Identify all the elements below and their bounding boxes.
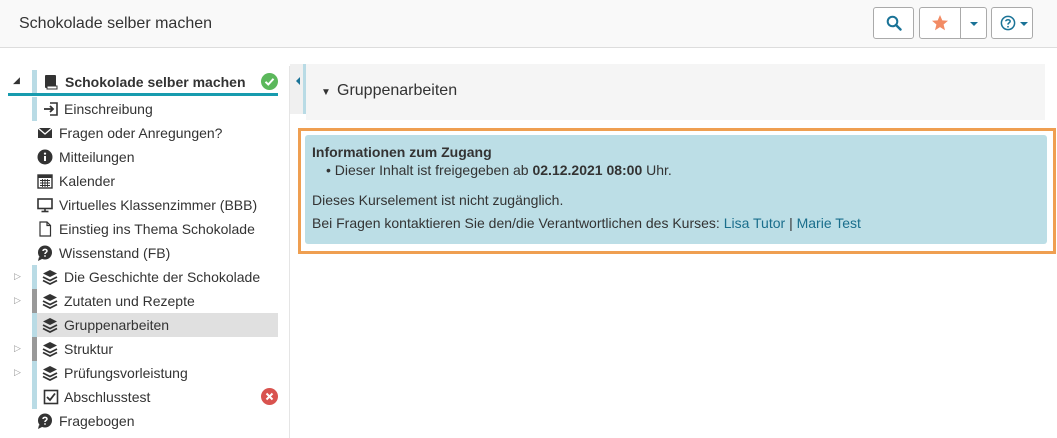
release-date-bullet: • Dieser Inhalt ist freigegeben ab 02.12…: [326, 162, 672, 178]
search-button[interactable]: [873, 7, 914, 39]
contact-line: Bei Fragen kontaktieren Sie den/die Vera…: [312, 215, 861, 231]
check-circle-icon: [261, 73, 278, 90]
nav-root-course[interactable]: ◢ Schokolade selber machen: [0, 70, 290, 94]
nav-item-struktur[interactable]: ▷ Struktur: [0, 337, 290, 361]
nav-indicator: [32, 385, 37, 409]
course-navigation: ◢ Schokolade selber machen Einschreibung…: [0, 66, 290, 438]
help-icon: [1000, 15, 1016, 31]
nav-item-mitteilungen[interactable]: Mitteilungen: [0, 145, 290, 169]
access-info-box: Informationen zum Zugang • Dieser Inhalt…: [305, 135, 1047, 244]
nav-item-wissenstand[interactable]: Wissenstand (FB): [0, 241, 290, 265]
contact-link-lisa-tutor[interactable]: Lisa Tutor: [724, 215, 785, 231]
nav-indicator: [32, 337, 37, 361]
nav-item-label: Zutaten und Rezepte: [64, 293, 195, 309]
nav-item-label: Fragen oder Anregungen?: [59, 125, 223, 141]
nav-item-label: Virtuelles Klassenzimmer (BBB): [59, 197, 258, 213]
nav-item-label: Struktur: [64, 341, 114, 357]
help-button[interactable]: [991, 7, 1033, 39]
monitor-icon: [37, 198, 53, 213]
nav-item-bbb[interactable]: Virtuelles Klassenzimmer (BBB): [0, 193, 290, 217]
error-circle-icon: [261, 388, 278, 405]
caret-down-icon: [1020, 22, 1028, 26]
nav-item-label: Die Geschichte der Schokolade: [64, 269, 261, 285]
caret-left-icon: [296, 77, 300, 85]
course-header: Schokolade selber machen: [0, 0, 1057, 48]
question-bubble-icon: [38, 245, 52, 261]
sidebar-collapse-toggle[interactable]: [290, 64, 306, 114]
panel-title: Gruppenarbeiten: [337, 82, 458, 99]
contact-text: Bei Fragen kontaktieren Sie den/die Vera…: [312, 215, 720, 231]
course-title: Schokolade selber machen: [19, 15, 213, 32]
nav-item-zutaten[interactable]: ▷ Zutaten und Rezepte: [0, 289, 290, 313]
access-info-heading: Informationen zum Zugang: [312, 144, 492, 160]
nav-item-einstieg[interactable]: Einstieg ins Thema Schokolade: [0, 217, 290, 241]
expand-toggle-icon[interactable]: ▷: [14, 271, 21, 282]
nav-item-fragebogen[interactable]: Fragebogen: [0, 409, 290, 433]
nav-item-label: Gruppenarbeiten: [64, 317, 170, 333]
star-icon: [932, 15, 948, 31]
nav-item-label: Abschlusstest: [64, 389, 151, 405]
nav-item-label: Einstieg ins Thema Schokolade: [59, 221, 255, 237]
nav-item-gruppenarbeiten[interactable]: Gruppenarbeiten: [0, 313, 290, 337]
nav-item-kalender[interactable]: Kalender: [0, 169, 290, 193]
nav-item-einschreibung[interactable]: Einschreibung: [0, 97, 290, 121]
nav-item-pruefungsvorleistung[interactable]: ▷ Prüfungsvorleistung: [0, 361, 290, 385]
question-bubble-icon: [38, 413, 52, 429]
nav-indicator: [32, 97, 37, 121]
collapse-toggle-icon[interactable]: ◢: [13, 75, 20, 86]
release-date: 02.12.2021 08:00: [532, 162, 643, 178]
collapse-caret-icon[interactable]: ▼: [321, 87, 331, 98]
contact-separator: |: [789, 215, 793, 231]
bullet-icon: •: [326, 162, 331, 178]
nav-item-label: Fragebogen: [59, 413, 135, 429]
nav-item-label: Kalender: [59, 173, 116, 189]
bookmark-dropdown-button[interactable]: [960, 7, 987, 39]
caret-down-icon: [970, 22, 978, 26]
nav-indicator: [32, 313, 37, 337]
nav-item-label: Prüfungsvorleistung: [64, 365, 188, 381]
nav-item-label: Einschreibung: [64, 101, 153, 117]
expand-toggle-icon[interactable]: ▷: [14, 343, 21, 354]
envelope-icon: [37, 127, 53, 138]
layers-icon: [42, 342, 58, 357]
layers-icon: [42, 294, 58, 309]
nav-item-fragen[interactable]: Fragen oder Anregungen?: [0, 121, 290, 145]
bookmark-button[interactable]: [919, 7, 961, 39]
nav-item-label: Wissenstand (FB): [59, 245, 171, 261]
expand-toggle-icon[interactable]: ▷: [14, 367, 21, 378]
document-icon: [39, 221, 52, 237]
release-text: Dieser Inhalt ist freigegeben ab: [334, 162, 529, 178]
nav-indicator: [32, 289, 37, 313]
calendar-icon: [37, 174, 53, 189]
expand-toggle-icon[interactable]: ▷: [14, 295, 21, 306]
layers-icon: [42, 366, 58, 381]
enrollment-icon: [44, 102, 58, 116]
active-course-underline: [8, 93, 278, 96]
search-icon: [886, 15, 902, 31]
panel-header[interactable]: ▼ Gruppenarbeiten: [306, 64, 1045, 120]
release-suffix: Uhr.: [646, 162, 672, 178]
nav-indicator: [32, 70, 37, 94]
checkbox-icon: [43, 389, 59, 405]
nav-item-geschichte[interactable]: ▷ Die Geschichte der Schokolade: [0, 265, 290, 289]
info-circle-icon: [37, 149, 53, 165]
contact-link-marie-test[interactable]: Marie Test: [797, 215, 861, 231]
nav-indicator: [32, 265, 37, 289]
book-icon: [45, 75, 58, 90]
nav-item-label: Mitteilungen: [59, 149, 135, 165]
nav-indicator: [32, 361, 37, 385]
nav-item-abschlusstest[interactable]: Abschlusstest: [0, 385, 290, 409]
layers-icon: [42, 318, 58, 333]
layers-icon: [42, 270, 58, 285]
nav-root-label: Schokolade selber machen: [65, 74, 246, 90]
not-accessible-text: Dieses Kurselement ist nicht zugänglich.: [312, 192, 564, 208]
